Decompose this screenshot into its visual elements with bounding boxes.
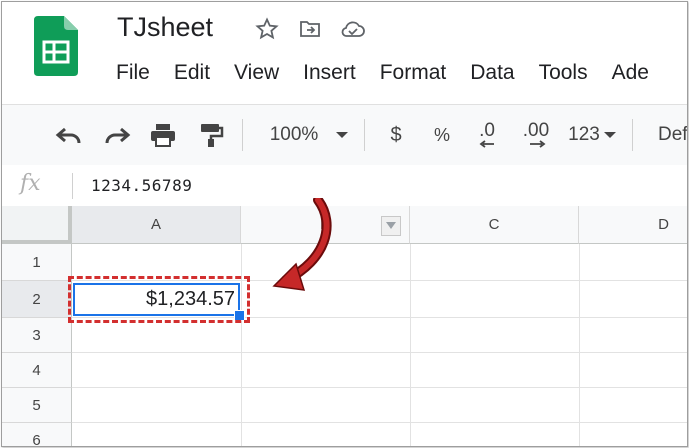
row-header-3[interactable]: 3 bbox=[2, 318, 72, 353]
row-header-6[interactable]: 6 bbox=[2, 423, 72, 446]
row-header-2[interactable]: 2 bbox=[2, 281, 72, 318]
increase-decimals-label: .00 bbox=[522, 120, 550, 141]
menu-view[interactable]: View bbox=[234, 61, 279, 85]
formula-bar: fx 1234.56789 bbox=[2, 165, 687, 207]
column-filter-button[interactable] bbox=[381, 216, 401, 236]
select-all-corner[interactable] bbox=[2, 206, 72, 244]
paint-format-icon[interactable] bbox=[196, 121, 226, 149]
increase-decimals-button[interactable]: .00 bbox=[516, 121, 556, 149]
arrow-right-icon bbox=[530, 140, 546, 148]
title-actions bbox=[254, 16, 366, 42]
move-folder-icon[interactable] bbox=[297, 16, 323, 42]
more-formats-dropdown-icon[interactable] bbox=[602, 121, 618, 149]
more-formats-button[interactable]: 123 bbox=[564, 121, 604, 149]
sheets-logo-icon[interactable] bbox=[34, 16, 78, 76]
table-row bbox=[72, 318, 687, 353]
zoom-select[interactable]: 100% bbox=[264, 121, 324, 149]
menu-data[interactable]: Data bbox=[470, 61, 514, 85]
cloud-status-icon[interactable] bbox=[340, 16, 366, 42]
undo-icon[interactable] bbox=[54, 121, 84, 149]
toolbar-divider bbox=[242, 119, 243, 151]
menu-bar: File Edit View Insert Format Data Tools … bbox=[116, 61, 673, 85]
app-window: TJsheet File Edit View Insert Format Dat… bbox=[1, 1, 688, 447]
toolbar: 100% $ % .0 .00 123 Def bbox=[2, 104, 687, 166]
spreadsheet-grid: A B C D 1 2 3 4 5 6 bbox=[2, 206, 687, 446]
document-title[interactable]: TJsheet bbox=[117, 12, 213, 43]
row-header-5[interactable]: 5 bbox=[2, 388, 72, 423]
column-header-a[interactable]: A bbox=[72, 206, 241, 244]
menu-insert[interactable]: Insert bbox=[303, 61, 356, 85]
zoom-value: 100% bbox=[269, 124, 319, 145]
column-gridline bbox=[410, 244, 411, 446]
star-icon[interactable] bbox=[254, 16, 280, 42]
font-family-select[interactable]: Def bbox=[658, 121, 687, 149]
decrease-decimals-button[interactable]: .0 bbox=[472, 121, 502, 149]
column-gridline bbox=[579, 244, 580, 446]
menu-format[interactable]: Format bbox=[380, 61, 447, 85]
column-gridline bbox=[241, 244, 242, 446]
percent-format-button[interactable]: % bbox=[430, 121, 454, 149]
arrow-left-icon bbox=[479, 140, 494, 148]
column-header-c[interactable]: C bbox=[410, 206, 579, 244]
decrease-decimals-label: .0 bbox=[479, 120, 495, 141]
redo-icon[interactable] bbox=[102, 121, 132, 149]
table-row bbox=[72, 353, 687, 388]
toolbar-divider bbox=[364, 119, 365, 151]
row-header-1[interactable]: 1 bbox=[2, 244, 72, 281]
menu-edit[interactable]: Edit bbox=[174, 61, 210, 85]
menu-file[interactable]: File bbox=[116, 61, 150, 85]
formula-bar-divider bbox=[72, 173, 73, 199]
dropdown-triangle-icon bbox=[386, 222, 396, 229]
table-row bbox=[72, 388, 687, 423]
row-header-4[interactable]: 4 bbox=[2, 353, 72, 388]
formula-input[interactable]: 1234.56789 bbox=[91, 176, 192, 195]
print-icon[interactable] bbox=[148, 121, 178, 149]
fx-icon: fx bbox=[20, 171, 41, 196]
toolbar-divider bbox=[632, 119, 633, 151]
menu-tools[interactable]: Tools bbox=[539, 61, 588, 85]
menu-addons[interactable]: Ade bbox=[612, 61, 649, 85]
zoom-dropdown-icon[interactable] bbox=[334, 121, 350, 149]
column-header-d[interactable]: D bbox=[579, 206, 687, 244]
annotation-highlight-box bbox=[68, 276, 250, 323]
currency-format-button[interactable]: $ bbox=[386, 121, 406, 149]
annotation-arrow-icon bbox=[272, 198, 332, 291]
